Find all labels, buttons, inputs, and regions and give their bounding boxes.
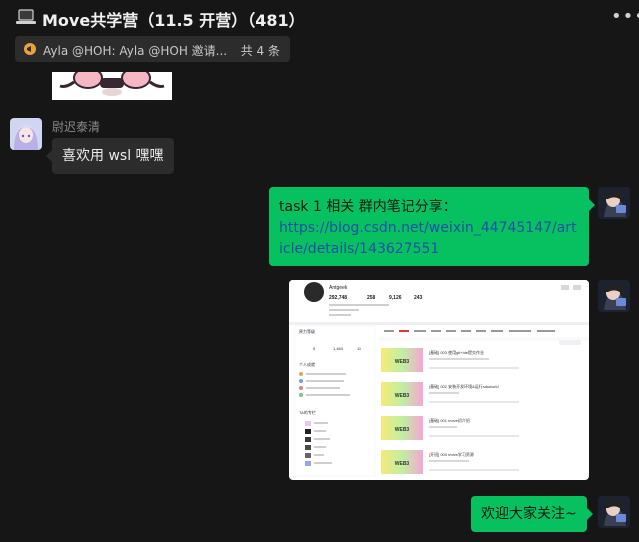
post-list: WEB3 [基础] 003 使用git+ide提交作业 WEB3 [基础] 00… bbox=[381, 348, 519, 474]
sender-name: 尉迟泰清 bbox=[52, 120, 101, 134]
sticker-image[interactable] bbox=[52, 72, 172, 100]
post-title-1: [基础] 003 使用git+ide提交作业 bbox=[429, 349, 484, 355]
profile-name: Antgeek bbox=[329, 285, 348, 291]
sidebar-label-2: 个人成就 bbox=[299, 361, 315, 367]
stat-4: 243 bbox=[414, 295, 423, 301]
sidebar-value-2: 1,483 bbox=[333, 346, 344, 351]
message-link[interactable]: https://blog.csdn.net/weixin_44745147/ar… bbox=[279, 220, 577, 257]
avatar[interactable] bbox=[598, 187, 630, 219]
stat-3: 9,126 bbox=[389, 295, 402, 301]
message-text: task 1 相关 群内笔记分享： bbox=[279, 199, 457, 215]
more-icon[interactable]: ••• bbox=[611, 8, 639, 26]
post-tag-4: WEB3 bbox=[395, 461, 410, 467]
post-tag-2: WEB3 bbox=[395, 393, 410, 399]
post-tag-3: WEB3 bbox=[395, 427, 410, 433]
message-bubble[interactable]: 喜欢用 wsl 嘿嘿 bbox=[46, 138, 174, 174]
avatar[interactable] bbox=[598, 280, 630, 312]
avatar[interactable] bbox=[10, 118, 42, 150]
message-bubble[interactable]: 欢迎大家关注~ bbox=[471, 496, 593, 532]
laptop-icon bbox=[16, 9, 36, 24]
stat-2: 258 bbox=[367, 295, 376, 301]
notice-text: Ayla @HOH: Ayla @HOH 邀请... bbox=[43, 44, 228, 58]
post-title-4: [开班] 000 move学习资源 bbox=[429, 451, 474, 457]
stat-1: 292,748 bbox=[329, 295, 347, 301]
avatar[interactable] bbox=[598, 496, 630, 528]
chat-header: Move共学营（11.5 开营）（481） ••• bbox=[0, 0, 639, 36]
screenshot-image[interactable]: Antgeek 292,748 258 9,126 243 原力等级 5 1,4… bbox=[289, 280, 589, 480]
megaphone-icon bbox=[24, 43, 36, 55]
sidebar-label-1: 原力等级 bbox=[299, 328, 315, 334]
chat-title: Move共学营（11.5 开营）（481） bbox=[42, 11, 305, 30]
group-notice-bar[interactable]: Ayla @HOH: Ayla @HOH 邀请... 共 4 条 bbox=[15, 36, 290, 62]
message-bubble[interactable]: task 1 相关 群内笔记分享： https://blog.csdn.net/… bbox=[269, 187, 595, 266]
sidebar-label-3: TA的专栏 bbox=[299, 409, 316, 415]
post-tag-1: WEB3 bbox=[395, 359, 410, 365]
post-title-3: [基础] 001 move初介绍 bbox=[429, 417, 470, 423]
post-title-2: [基础] 002 安装开发环境&运行sdsworld bbox=[429, 383, 499, 389]
notice-count: 共 4 条 bbox=[240, 44, 280, 58]
